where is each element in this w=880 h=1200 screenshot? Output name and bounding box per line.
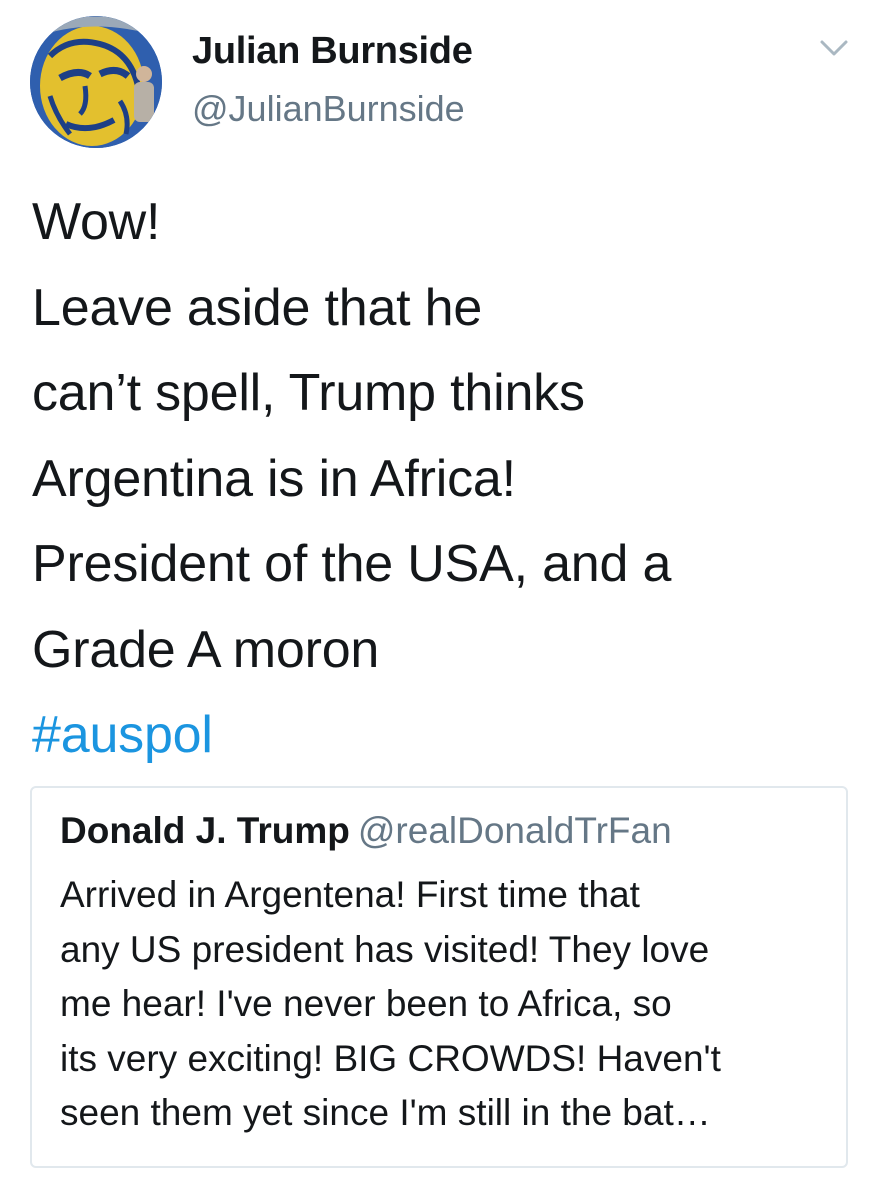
quoted-tweet-line: seen them yet since I'm still in the bat…	[60, 1092, 711, 1133]
quoted-tweet-header: Donald J. Trump @realDonaldTrFan	[60, 810, 672, 852]
quoted-tweet-card[interactable]: Donald J. Trump @realDonaldTrFan Arrived …	[30, 786, 848, 1168]
tweet-line: Grade A moron	[32, 620, 380, 679]
quoted-author-handle: @realDonaldTrFan	[357, 810, 672, 851]
portrait-avatar-icon	[30, 16, 162, 148]
quoted-author-name: Donald J. Trump	[60, 810, 350, 851]
tweet: Julian Burnside @JulianBurnside Wow! Lea…	[0, 0, 880, 1200]
tweet-line: can’t spell, Trump thinks	[32, 364, 585, 422]
quoted-tweet-line: any US president has visited! They love	[60, 928, 710, 970]
author-display-name[interactable]: Julian Burnside	[192, 30, 473, 73]
tweet-line: Leave aside that he	[32, 278, 483, 337]
quoted-tweet-text: Arrived in Argentena! First time that an…	[60, 868, 840, 1141]
hashtag-link[interactable]: #auspol	[32, 693, 862, 779]
chevron-down-icon[interactable]	[818, 36, 850, 60]
tweet-text: Wow! Leave aside that he can’t spell, Tr…	[32, 180, 862, 779]
quoted-tweet-line: its very exciting! BIG CROWDS! Haven't	[60, 1037, 721, 1079]
tweet-line: President of the USA, and a	[32, 535, 672, 593]
tweet-line: Wow!	[32, 193, 161, 251]
quoted-tweet-line: me hear! I've never been to Africa, so	[60, 983, 672, 1024]
tweet-line: Argentina is in Africa!	[32, 449, 516, 508]
author-handle[interactable]: @JulianBurnside	[192, 88, 465, 130]
quoted-tweet-line: Arrived in Argentena! First time that	[60, 874, 640, 915]
avatar[interactable]	[30, 16, 162, 148]
